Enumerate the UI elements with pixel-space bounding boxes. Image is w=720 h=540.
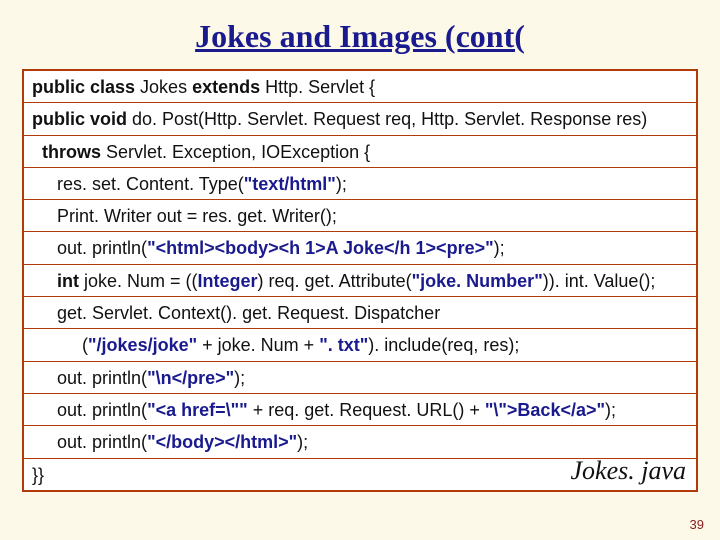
keyword: Integer: [198, 271, 258, 291]
code-text: (: [32, 335, 88, 355]
code-text: out. println(: [32, 400, 147, 420]
code-line: throws Servlet. Exception, IOException {: [24, 136, 696, 168]
code-text: + req. get. Request. URL() +: [248, 400, 485, 420]
code-text: );: [297, 432, 308, 452]
slide-title: Jokes and Images (cont(: [0, 0, 720, 69]
string-literal: "text/html": [244, 174, 336, 194]
code-text: out = res. get. Writer();: [157, 206, 337, 226]
string-literal: "/jokes/joke": [88, 335, 197, 355]
code-line: out. println("<a href=\"" + req. get. Re…: [24, 394, 696, 426]
code-text: );: [234, 368, 245, 388]
code-line: out. println("<html><body><h 1>A Joke</h…: [24, 232, 696, 264]
string-literal: "</body></html>": [147, 432, 297, 452]
code-text: res. set. Content. Type(: [32, 174, 244, 194]
code-text: do. Post(Http. Servlet. Request req, Htt…: [132, 109, 647, 129]
keyword: extends: [192, 77, 265, 97]
code-line: Print. Writer out = res. get. Writer();: [24, 200, 696, 232]
slide: Jokes and Images (cont( public class Jok…: [0, 0, 720, 540]
code-text: out. println(: [32, 432, 147, 452]
code-line: ("/jokes/joke" + joke. Num + ". txt"). i…: [24, 329, 696, 361]
code-line: }}Jokes. java: [24, 459, 696, 490]
string-literal: "joke. Number": [412, 271, 543, 291]
string-literal: "<a href=\"": [147, 400, 248, 420]
keyword: public class: [32, 77, 140, 97]
code-text: + joke. Num +: [197, 335, 319, 355]
string-literal: "\n</pre>": [147, 368, 234, 388]
code-text: ). include(req, res);: [368, 335, 519, 355]
code-text: );: [336, 174, 347, 194]
code-text: joke. Num = ((: [84, 271, 198, 291]
code-box: public class Jokes extends Http. Servlet…: [22, 69, 698, 492]
code-text: Servlet. Exception, IOException {: [106, 142, 370, 162]
string-literal: ". txt": [319, 335, 368, 355]
code-text: Jokes: [140, 77, 192, 97]
code-text: out. println(: [32, 238, 147, 258]
code-text: get. Servlet. Context(). get. Request. D…: [32, 303, 440, 323]
code-line: res. set. Content. Type("text/html");: [24, 168, 696, 200]
page-number: 39: [690, 517, 704, 532]
code-text: Print. Writer: [32, 206, 157, 226]
string-literal: "<html><body><h 1>A Joke</h 1><pre>": [147, 238, 494, 258]
keyword: throws: [32, 142, 106, 162]
code-line: out. println("\n</pre>");: [24, 362, 696, 394]
string-literal: "\">Back</a>": [485, 400, 605, 420]
code-text: )). int. Value();: [543, 271, 656, 291]
code-text: ) req. get. Attribute(: [258, 271, 412, 291]
code-line: int joke. Num = ((Integer) req. get. Att…: [24, 265, 696, 297]
code-line: get. Servlet. Context(). get. Request. D…: [24, 297, 696, 329]
keyword: int: [32, 271, 84, 291]
code-text: }}: [32, 465, 44, 485]
code-line: public class Jokes extends Http. Servlet…: [24, 71, 696, 103]
code-line: public void do. Post(Http. Servlet. Requ…: [24, 103, 696, 135]
code-text: );: [605, 400, 616, 420]
code-text: );: [494, 238, 505, 258]
code-text: Http. Servlet {: [265, 77, 375, 97]
file-caption: Jokes. java: [570, 453, 686, 488]
code-text: out. println(: [32, 368, 147, 388]
keyword: public void: [32, 109, 132, 129]
